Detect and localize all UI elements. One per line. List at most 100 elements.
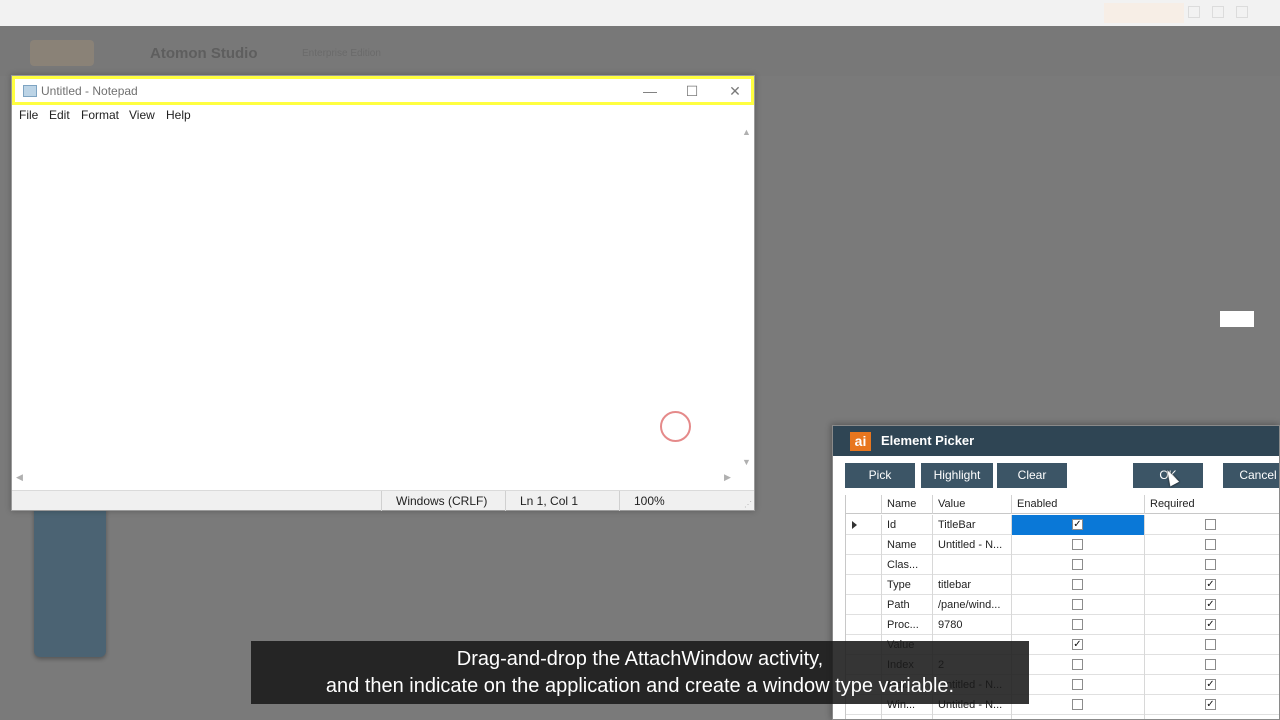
cell-name[interactable]: Id: [882, 515, 933, 535]
row-indicator[interactable]: [846, 575, 882, 595]
table-row[interactable]: Clas...: [846, 555, 1279, 575]
table-row[interactable]: Type titlebar ✓: [846, 575, 1279, 595]
cell-enabled[interactable]: [1012, 655, 1145, 675]
cell-enabled[interactable]: [1012, 555, 1145, 575]
required-checkbox-checked[interactable]: ✓: [1205, 679, 1216, 690]
horizontal-scrollbar[interactable]: ◀ ▶: [12, 470, 738, 486]
enabled-checkbox[interactable]: [1072, 599, 1083, 610]
required-checkbox[interactable]: [1205, 639, 1216, 650]
column-header-enabled[interactable]: Enabled: [1012, 495, 1145, 514]
column-header-required[interactable]: Required: [1145, 495, 1279, 514]
cell-required[interactable]: ✓: [1145, 695, 1279, 715]
cell-enabled[interactable]: [1012, 615, 1145, 635]
cell-enabled[interactable]: [1012, 575, 1145, 595]
required-checkbox[interactable]: [1205, 519, 1216, 530]
menu-edit[interactable]: Edit: [49, 108, 70, 122]
enabled-checkbox[interactable]: [1072, 619, 1083, 630]
cell-enabled[interactable]: [1012, 675, 1145, 695]
cell-name[interactable]: Proc...: [882, 615, 933, 635]
cell-enabled[interactable]: ✓: [1012, 635, 1145, 655]
required-checkbox-checked[interactable]: ✓: [1205, 599, 1216, 610]
menu-file[interactable]: File: [19, 108, 38, 122]
required-checkbox[interactable]: [1205, 659, 1216, 670]
required-checkbox-checked[interactable]: ✓: [1205, 579, 1216, 590]
background-chip: [1220, 311, 1254, 327]
cell-enabled[interactable]: [1012, 595, 1145, 615]
cell-required[interactable]: [1145, 715, 1279, 719]
element-picker-titlebar[interactable]: ai Element Picker: [833, 426, 1279, 456]
resize-grip-icon[interactable]: ⋰: [744, 500, 752, 509]
cell-required[interactable]: [1145, 535, 1279, 555]
cell-enabled[interactable]: [1012, 715, 1145, 719]
cell-name[interactable]: Clas...: [882, 555, 933, 575]
required-checkbox[interactable]: [1205, 559, 1216, 570]
cell-required[interactable]: [1145, 655, 1279, 675]
scroll-right-icon[interactable]: ▶: [724, 472, 731, 483]
row-indicator[interactable]: [846, 555, 882, 575]
cell-name[interactable]: Name: [882, 535, 933, 555]
required-checkbox-checked[interactable]: ✓: [1205, 699, 1216, 710]
cell-value[interactable]: 9780: [933, 615, 1012, 635]
cell-required[interactable]: ✓: [1145, 595, 1279, 615]
table-row[interactable]: Id TitleBar ✓: [846, 515, 1279, 535]
menu-view[interactable]: View: [129, 108, 155, 122]
table-row[interactable]: Par...Untitled - N...: [846, 715, 1279, 719]
cell-value[interactable]: Untitled - N...: [933, 715, 1012, 719]
cell-value[interactable]: [933, 555, 1012, 575]
column-header-name[interactable]: Name: [882, 495, 933, 514]
cell-name[interactable]: Path: [882, 595, 933, 615]
cell-value[interactable]: Untitled - N...: [933, 535, 1012, 555]
enabled-checkbox-checked[interactable]: ✓: [1072, 519, 1083, 530]
enabled-checkbox[interactable]: [1072, 559, 1083, 570]
row-indicator[interactable]: [846, 595, 882, 615]
notepad-window[interactable]: Untitled - Notepad — ☐ ✕ File Edit Forma…: [11, 75, 755, 511]
notepad-titlebar-highlight[interactable]: Untitled - Notepad — ☐ ✕: [12, 76, 754, 105]
menu-help[interactable]: Help: [166, 108, 191, 122]
cancel-button[interactable]: Cancel: [1223, 463, 1279, 488]
row-indicator[interactable]: [846, 715, 882, 719]
row-indicator[interactable]: [846, 535, 882, 555]
scroll-up-icon[interactable]: ▲: [742, 127, 751, 137]
table-row[interactable]: Name Untitled - N...: [846, 535, 1279, 555]
minimize-icon[interactable]: —: [635, 81, 665, 101]
cell-name[interactable]: Par...: [882, 715, 933, 719]
required-checkbox-checked[interactable]: ✓: [1205, 619, 1216, 630]
background-close-icon: [1236, 6, 1248, 18]
enabled-checkbox[interactable]: [1072, 539, 1083, 550]
cell-value[interactable]: TitleBar: [933, 515, 1012, 535]
pick-button[interactable]: Pick: [845, 463, 915, 488]
cell-required[interactable]: ✓: [1145, 675, 1279, 695]
cell-name[interactable]: Type: [882, 575, 933, 595]
cell-value[interactable]: /pane/wind...: [933, 595, 1012, 615]
maximize-icon[interactable]: ☐: [677, 81, 707, 101]
notepad-text-area[interactable]: [12, 125, 754, 470]
close-icon[interactable]: ✕: [720, 81, 750, 101]
cell-required[interactable]: [1145, 555, 1279, 575]
enabled-checkbox[interactable]: [1072, 659, 1083, 670]
table-row[interactable]: Proc... 9780 ✓: [846, 615, 1279, 635]
scroll-left-icon[interactable]: ◀: [16, 472, 23, 483]
highlight-button[interactable]: Highlight: [921, 463, 993, 488]
cell-enabled[interactable]: [1012, 695, 1145, 715]
cell-value[interactable]: titlebar: [933, 575, 1012, 595]
scroll-down-icon[interactable]: ▼: [742, 457, 751, 467]
vertical-scrollbar[interactable]: ▲ ▼: [738, 125, 754, 470]
enabled-checkbox[interactable]: [1072, 679, 1083, 690]
cell-enabled[interactable]: ✓: [1012, 515, 1145, 535]
column-header-value[interactable]: Value: [933, 495, 1012, 514]
enabled-checkbox-checked[interactable]: ✓: [1072, 639, 1083, 650]
cell-enabled[interactable]: [1012, 535, 1145, 555]
caption-line-2: and then indicate on the application and…: [325, 675, 955, 697]
clear-button[interactable]: Clear: [997, 463, 1067, 488]
row-indicator[interactable]: [846, 515, 882, 535]
enabled-checkbox[interactable]: [1072, 699, 1083, 710]
row-indicator[interactable]: [846, 615, 882, 635]
cell-required[interactable]: [1145, 515, 1279, 535]
menu-format[interactable]: Format: [81, 108, 119, 122]
required-checkbox[interactable]: [1205, 539, 1216, 550]
cell-required[interactable]: ✓: [1145, 615, 1279, 635]
enabled-checkbox[interactable]: [1072, 579, 1083, 590]
table-row[interactable]: Path/pane/wind... ✓: [846, 595, 1279, 615]
cell-required[interactable]: [1145, 635, 1279, 655]
cell-required[interactable]: ✓: [1145, 575, 1279, 595]
